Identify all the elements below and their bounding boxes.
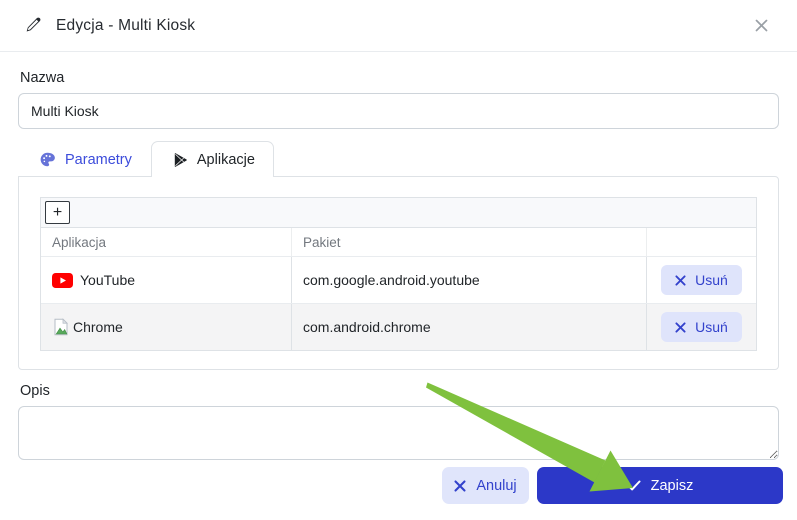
broken-image-icon xyxy=(52,318,70,336)
dialog-footer: Anuluj Zapisz xyxy=(0,460,797,520)
x-icon xyxy=(454,480,466,492)
remove-chrome-button[interactable]: Usuń xyxy=(661,312,742,342)
table-row: Chrome com.android.chrome Usuń xyxy=(41,303,756,350)
cancel-button[interactable]: Anuluj xyxy=(442,467,529,504)
check-icon xyxy=(627,480,641,491)
x-icon xyxy=(675,275,686,286)
tab-aplikacje[interactable]: Aplikacje xyxy=(151,141,274,177)
tab-bar: Parametry Aplikacje xyxy=(18,141,779,176)
column-header-pakiet: Pakiet xyxy=(291,228,646,256)
tab-parametry[interactable]: Parametry xyxy=(18,141,151,177)
applications-table: + Aplikacja Pakiet YouTube xyxy=(40,197,757,351)
edit-dialog: Edycja - Multi Kiosk Nazwa Parametry xyxy=(0,0,797,520)
app-name: YouTube xyxy=(80,272,135,288)
save-button[interactable]: Zapisz xyxy=(537,467,783,504)
description-label: Opis xyxy=(20,383,777,399)
table-body: YouTube com.google.android.youtube Usuń xyxy=(41,256,756,350)
name-input[interactable] xyxy=(18,93,779,129)
tab-aplikacje-label: Aplikacje xyxy=(197,152,255,168)
close-icon[interactable] xyxy=(750,14,773,37)
table-toolbar: + xyxy=(41,198,756,228)
play-store-icon xyxy=(172,152,188,168)
dialog-title: Edycja - Multi Kiosk xyxy=(56,17,195,35)
table-row: YouTube com.google.android.youtube Usuń xyxy=(41,256,756,303)
name-label: Nazwa xyxy=(20,70,777,86)
add-application-button[interactable]: + xyxy=(45,201,70,224)
column-header-aplikacja: Aplikacja xyxy=(41,228,291,256)
pencil-icon xyxy=(24,17,41,34)
description-textarea[interactable] xyxy=(18,406,779,460)
table-header-row: Aplikacja Pakiet xyxy=(41,228,756,256)
palette-icon xyxy=(39,151,56,168)
app-name: Chrome xyxy=(73,319,123,335)
remove-youtube-button[interactable]: Usuń xyxy=(661,265,742,295)
tab-parametry-label: Parametry xyxy=(65,152,132,168)
column-header-actions xyxy=(646,228,756,256)
dialog-body: Nazwa Parametry xyxy=(0,52,797,460)
x-icon xyxy=(675,322,686,333)
app-package: com.android.chrome xyxy=(291,304,646,350)
applications-panel: + Aplikacja Pakiet YouTube xyxy=(18,176,779,370)
dialog-header: Edycja - Multi Kiosk xyxy=(0,0,797,52)
app-package: com.google.android.youtube xyxy=(291,257,646,303)
youtube-icon xyxy=(52,273,73,288)
